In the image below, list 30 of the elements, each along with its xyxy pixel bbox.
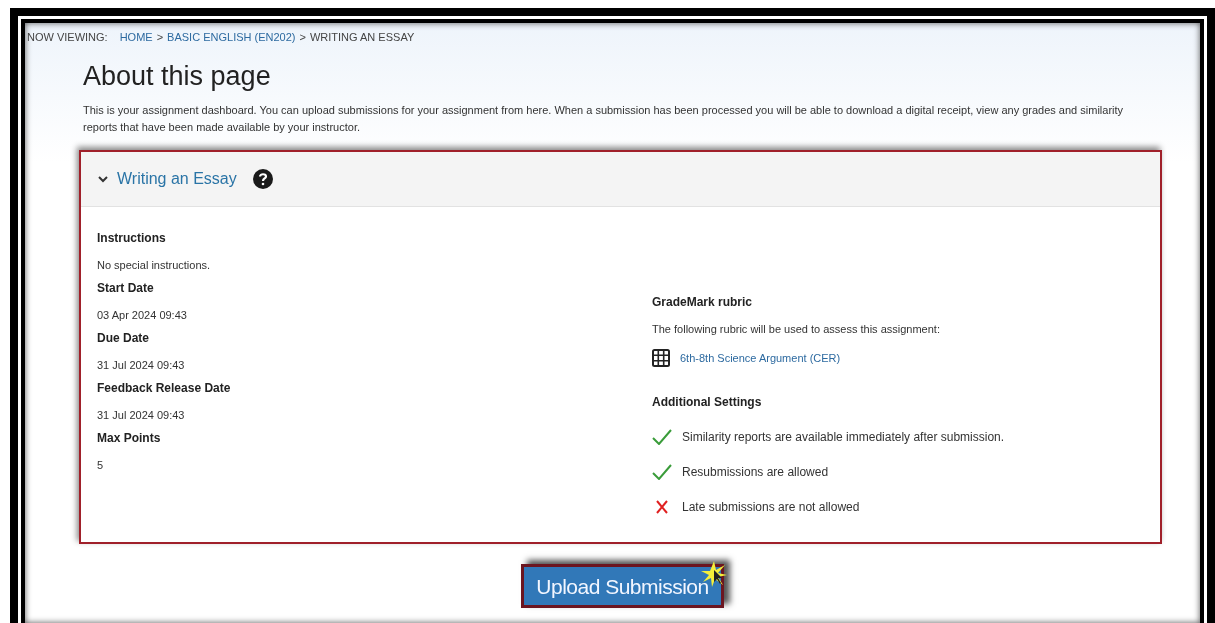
field-value: 03 Apr 2024 09:43 <box>97 309 188 321</box>
field-value: 5 <box>97 459 105 471</box>
page-heading: About this page <box>83 61 272 92</box>
setting-text: Similarity reports are available immediately after submission. <box>682 429 1005 444</box>
field-label: Max Points <box>97 431 162 445</box>
breadcrumb-label: NOW VIEWING: <box>27 31 108 43</box>
breadcrumb-link[interactable]: HOME <box>119 31 153 43</box>
setting-text: Late submissions are not allowed <box>682 499 860 514</box>
field-label: Start Date <box>97 281 155 295</box>
setting-text: Resubmissions are allowed <box>682 464 829 479</box>
breadcrumb-separator: > <box>299 31 306 43</box>
help-icon[interactable] <box>252 169 273 189</box>
breadcrumb-current: WRITING AN ESSAY <box>309 31 415 43</box>
field-label: Feedback Release Date <box>97 381 232 395</box>
field-value: No special instructions. <box>97 259 212 271</box>
rubric-link[interactable]: 6th-8th Science Argument (CER) <box>680 352 841 364</box>
field-value: 31 Jul 2024 09:43 <box>97 409 186 421</box>
field-label: Due Date <box>97 331 150 345</box>
intro-text: This is your assignment dashboard. You can upload submissions for your assignment from here. When a submission has been processed you will be able to download a digital receipt, view any grades and similarity reports that have been made available by your instructor. <box>83 103 1125 135</box>
upload-button[interactable]: Upload Submission <box>521 564 724 608</box>
chevron-icon[interactable] <box>97 173 109 185</box>
field-value: 31 Jul 2024 09:43 <box>97 359 186 371</box>
assignment-title[interactable]: Writing an Essay <box>117 170 237 188</box>
rubric-description: The following rubric will be used to assess this assignment: <box>652 323 941 335</box>
breadcrumb-link[interactable]: BASIC ENGLISH (EN202) <box>167 31 296 43</box>
grid-icon <box>652 349 670 367</box>
rubric-label: GradeMark rubric <box>652 295 754 309</box>
breadcrumb-separator: > <box>156 31 164 43</box>
field-label: Instructions <box>97 231 167 245</box>
settings-label: Additional Settings <box>652 395 763 409</box>
